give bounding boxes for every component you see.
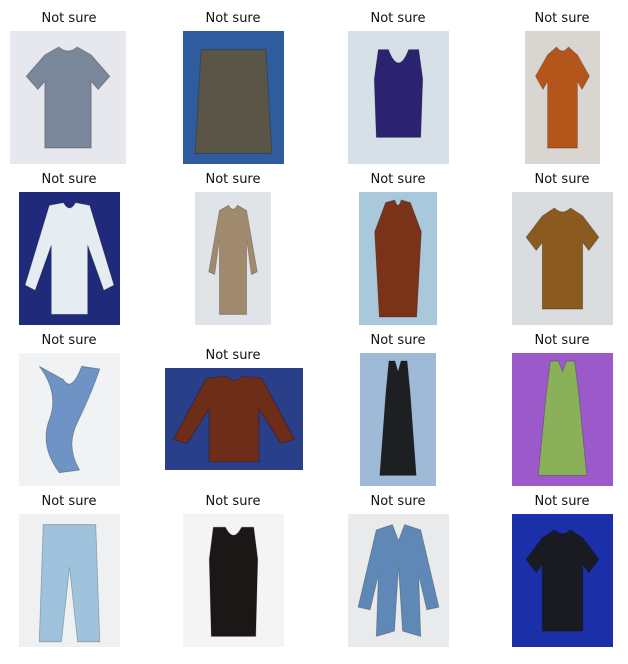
image-title: Not sure — [370, 11, 426, 26]
image-title: Not sure — [534, 494, 590, 509]
garment-photo-beige-shirt-on-hanger — [195, 192, 271, 325]
image-title: Not sure — [41, 333, 97, 348]
garment-photo-rust-tunic-on-blue — [359, 192, 437, 325]
image-title: Not sure — [534, 11, 590, 26]
image-title: Not sure — [370, 333, 426, 348]
garment-photo-green-dress-on-purple — [512, 353, 613, 486]
garment-photo-lightblue-trousers — [19, 514, 120, 647]
garment-photo-black-shirt-on-blue — [512, 514, 613, 647]
garment-photo-brown-top-yellow-trim — [512, 192, 613, 325]
image-title: Not sure — [370, 172, 426, 187]
image-title: Not sure — [41, 11, 97, 26]
garment-shape — [194, 49, 273, 154]
garment-photo-blue-cardigan-on-hanger — [348, 514, 449, 647]
garment-photo-white-blouse-on-navy — [19, 192, 120, 325]
image-title: Not sure — [205, 11, 261, 26]
garment-shape — [208, 526, 259, 637]
garment-photo-rust-tshirt-on-hanger — [525, 31, 600, 164]
garment-photo-grey-tshirt-on-bedsheet — [10, 31, 126, 164]
garment-photo-purple-vest-on-tiles — [348, 31, 449, 164]
image-title: Not sure — [41, 172, 97, 187]
garment-photo-black-dress-on-blue — [360, 353, 436, 486]
image-title: Not sure — [205, 494, 261, 509]
photo-background — [348, 514, 449, 647]
image-title: Not sure — [205, 172, 261, 187]
garment-photo-tweed-skirt-on-denim — [183, 31, 284, 164]
image-title: Not sure — [205, 348, 261, 363]
image-title: Not sure — [41, 494, 97, 509]
image-title: Not sure — [370, 494, 426, 509]
garment-shape — [373, 49, 424, 138]
garment-photo-brown-blouse-on-floral — [165, 368, 303, 470]
garment-shape — [374, 199, 422, 318]
garment-photo-black-sleeveless-top — [183, 514, 284, 647]
image-title: Not sure — [534, 172, 590, 187]
image-title: Not sure — [534, 333, 590, 348]
garment-photo-denim-scarf — [19, 353, 120, 486]
